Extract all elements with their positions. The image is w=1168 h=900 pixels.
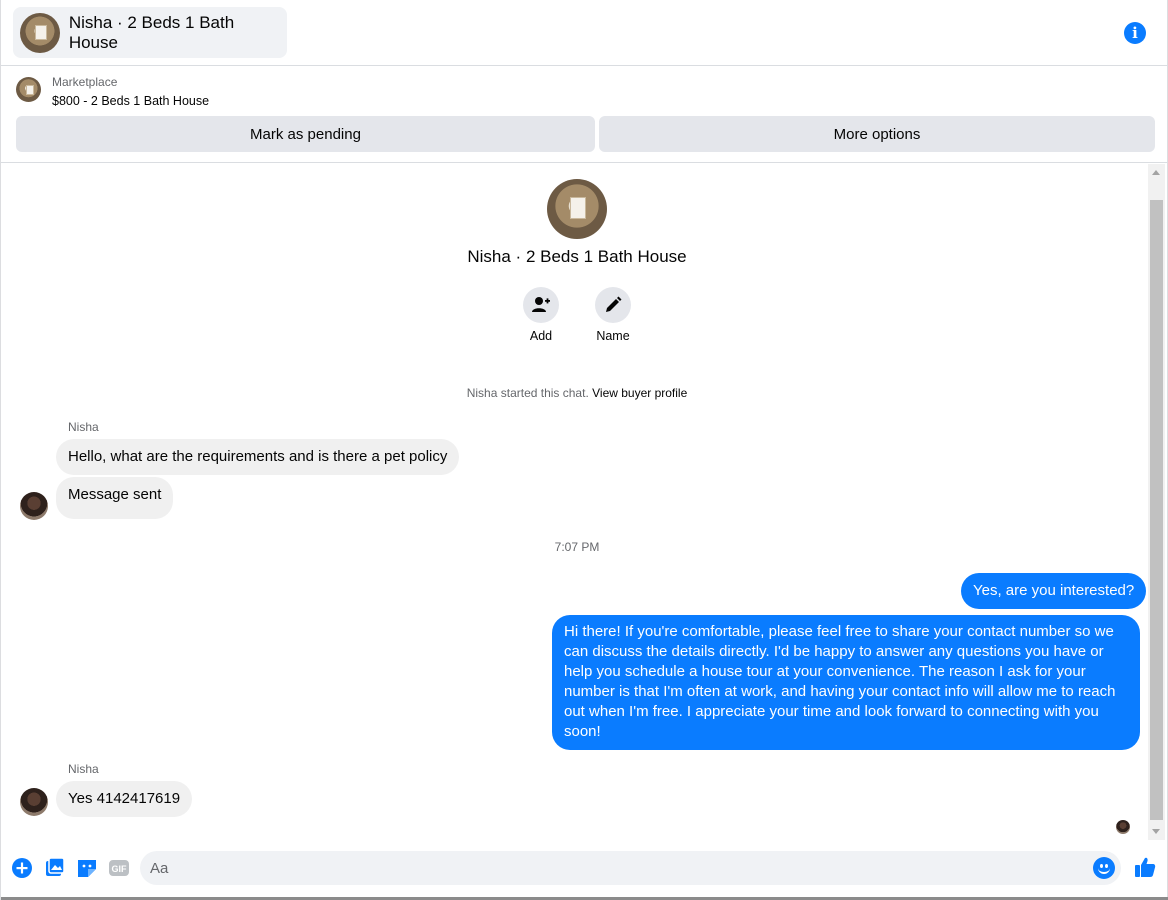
name-action: Name [583, 287, 643, 343]
outgoing-message[interactable]: Yes, are you interested? [961, 573, 1147, 609]
read-receipt-avatar [1116, 820, 1130, 834]
chat-start-notice: Nisha started this chat. View buyer prof… [1, 386, 1153, 400]
mark-as-pending-button[interactable]: Mark as pending [16, 116, 595, 152]
avatar[interactable] [20, 492, 48, 520]
thumbs-up-icon[interactable] [1134, 856, 1156, 878]
view-buyer-profile-link[interactable]: View buyer profile [592, 386, 687, 400]
more-options-button[interactable]: More options [599, 116, 1155, 152]
scroll-thumb[interactable] [1150, 200, 1163, 820]
image-icon[interactable] [44, 857, 66, 879]
scrollbar[interactable] [1148, 164, 1165, 840]
outgoing-message[interactable]: Hi there! If you're comfortable, please … [552, 615, 1140, 750]
listing-avatar [20, 12, 60, 53]
marketplace-label: Marketplace [52, 75, 118, 89]
conversation-title: Nisha · 2 Beds 1 Bath House [68, 12, 235, 52]
message-input-wrapper [140, 851, 1121, 885]
profile-avatar [547, 179, 607, 239]
sticker-icon[interactable] [76, 857, 98, 879]
incoming-message[interactable]: Message sent [56, 477, 174, 519]
conversation-title-button[interactable]: Nisha · 2 Beds 1 Bath House [13, 7, 287, 58]
emoji-icon[interactable] [1093, 857, 1115, 879]
plus-icon[interactable] [11, 857, 33, 879]
scroll-up-arrow[interactable] [1152, 170, 1160, 175]
add-person-icon[interactable] [523, 287, 559, 323]
pencil-icon[interactable] [595, 287, 631, 323]
marketplace-bar: Marketplace $800 - 2 Beds 1 Bath House M… [1, 67, 1168, 163]
chat-start-text: Nisha started this chat. [466, 386, 593, 400]
listing-title[interactable]: $800 - 2 Beds 1 Bath House [52, 94, 209, 108]
info-icon[interactable]: i [1124, 22, 1146, 44]
add-label: Add [529, 329, 553, 343]
listing-thumbnail [16, 77, 41, 102]
profile-name: Nisha · 2 Beds 1 Bath House [467, 247, 687, 266]
chat-header: Nisha · 2 Beds 1 Bath House i [1, 0, 1168, 66]
incoming-message[interactable]: Hello, what are the requirements and is … [56, 439, 460, 475]
message-list[interactable]: Nisha · 2 Beds 1 Bath House Add Name Nis… [1, 164, 1168, 844]
add-action: Add [511, 287, 571, 343]
message-composer: GIF [1, 845, 1168, 900]
svg-text:GIF: GIF [112, 864, 128, 874]
message-timestamp: 7:07 PM [554, 540, 600, 554]
sender-name: Nisha [68, 762, 99, 776]
gif-icon[interactable]: GIF [108, 857, 130, 879]
sender-name: Nisha [68, 420, 99, 434]
avatar[interactable] [20, 788, 48, 816]
messenger-chat-window: Nisha · 2 Beds 1 Bath House i Marketplac… [0, 0, 1168, 900]
incoming-message[interactable]: Yes 4142417619 [56, 781, 193, 817]
message-input[interactable] [150, 851, 1090, 885]
name-label: Name [596, 329, 630, 343]
scroll-down-arrow[interactable] [1152, 829, 1160, 834]
